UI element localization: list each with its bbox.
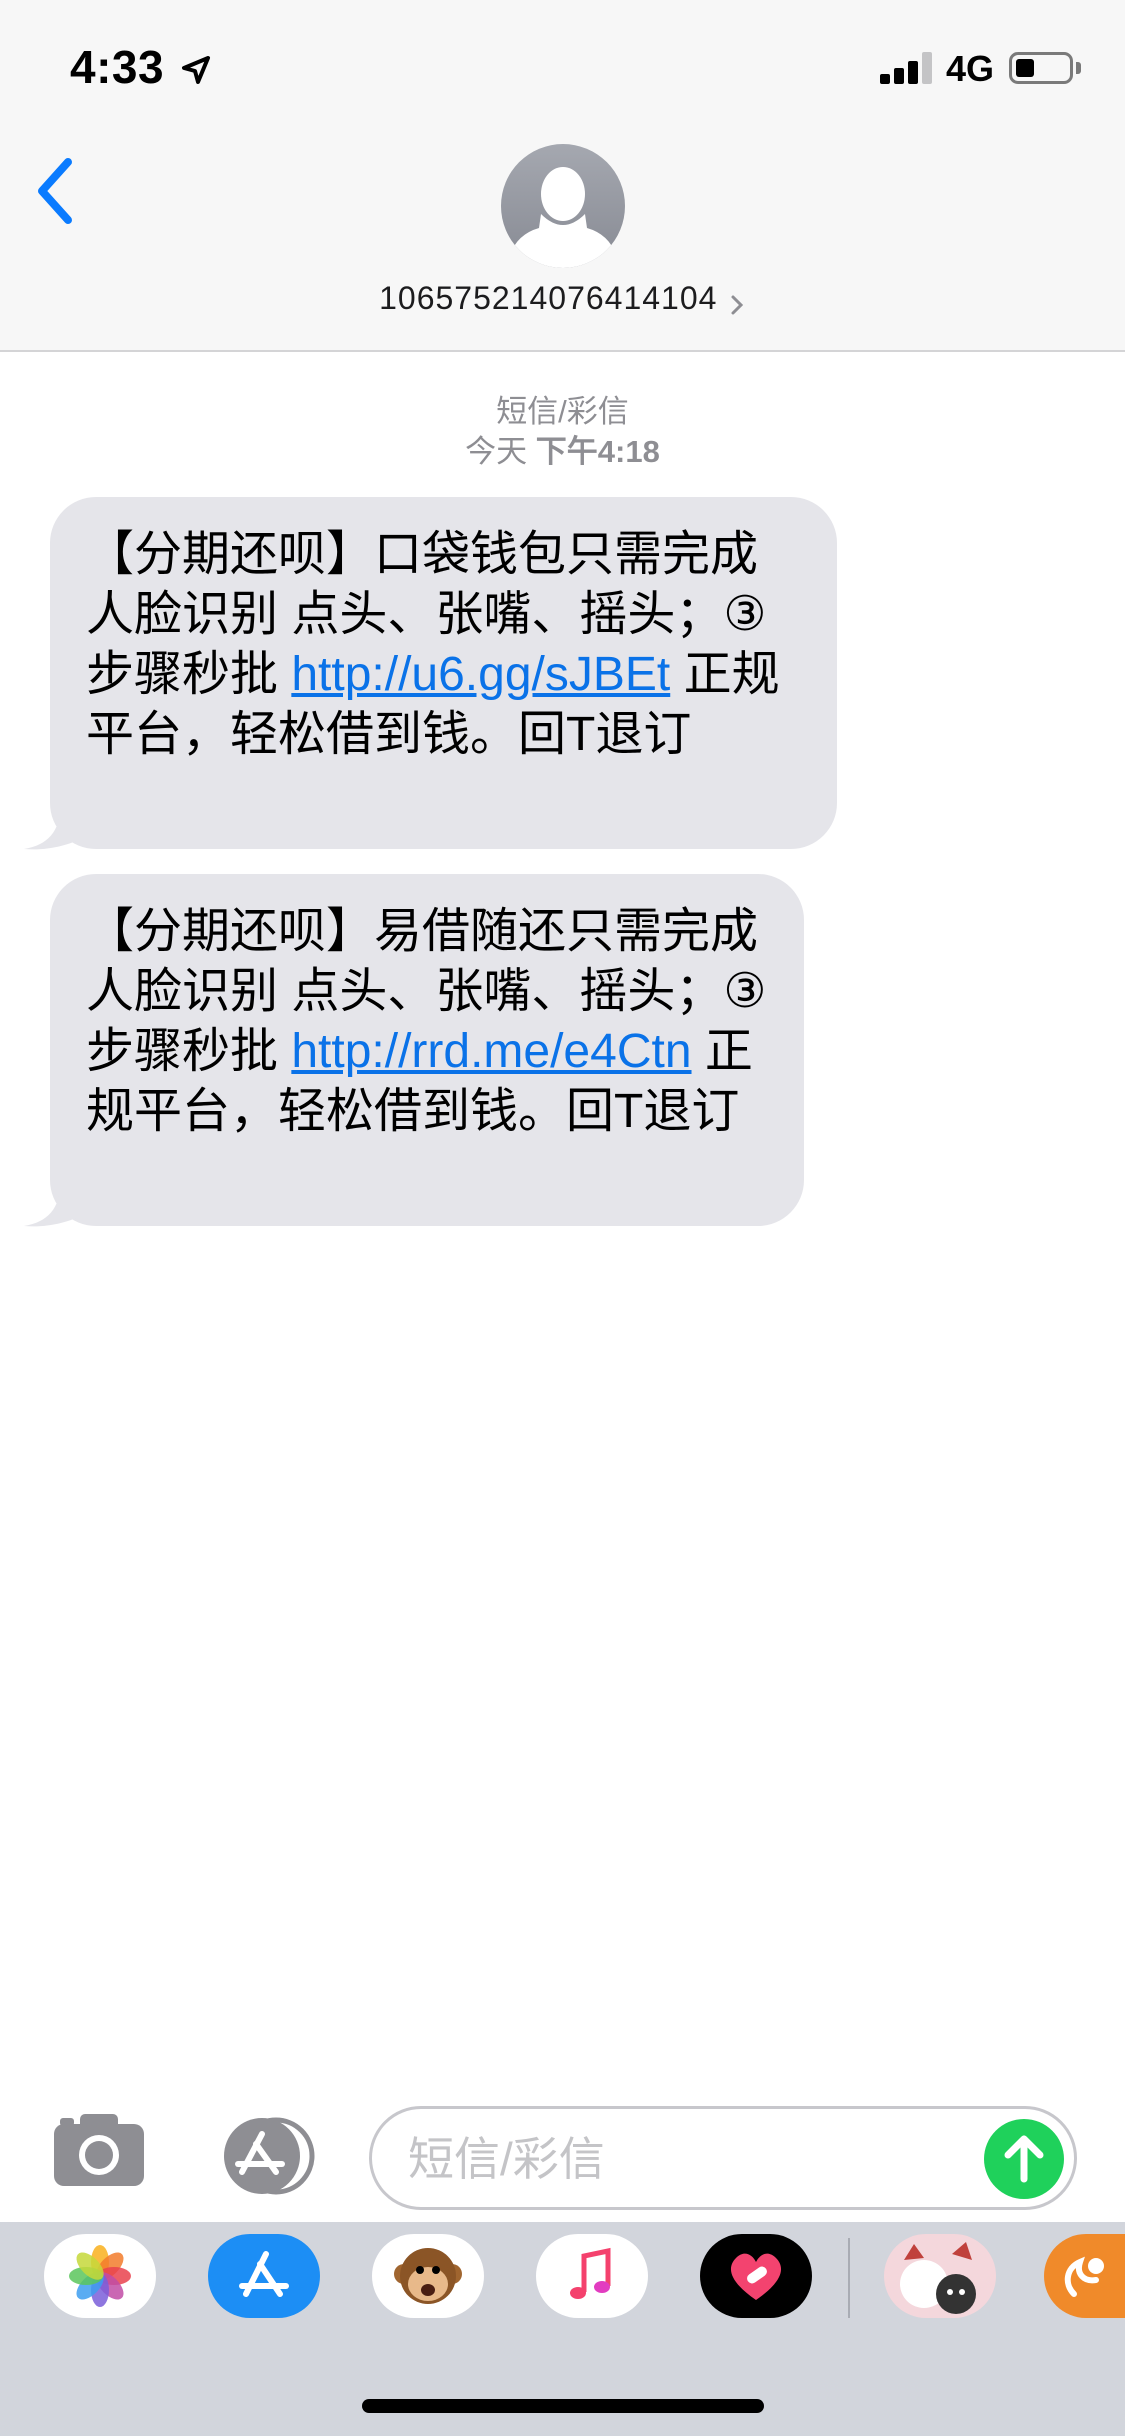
conversation-header: 4:33 4G 106575214076414104: [0, 0, 1125, 352]
music-icon: [570, 2247, 611, 2299]
camera-button[interactable]: [50, 2110, 148, 2190]
battery-tip: [1076, 62, 1081, 74]
send-button[interactable]: [984, 2119, 1064, 2199]
message-text: 【分期还呗】易借随还只需完成人脸识别 点头、张嘴、摇头；③步骤秒批 http:/…: [86, 905, 767, 1138]
date-label: 今天: [465, 434, 528, 469]
contact-number: 106575214076414104: [379, 280, 718, 316]
network-type: 4G: [946, 48, 995, 89]
drawer-divider: [848, 2238, 850, 2318]
message-input[interactable]: [408, 2129, 968, 2189]
contact-avatar[interactable]: [501, 144, 625, 268]
location-arrow-icon: [182, 56, 210, 84]
contact-details-button[interactable]: 106575214076414104: [0, 280, 1125, 318]
chevron-right-icon: [731, 295, 744, 315]
home-indicator[interactable]: [362, 2399, 764, 2413]
app-store-icon: [239, 2251, 289, 2297]
photos-app-button[interactable]: [44, 2234, 156, 2318]
chevron-left-icon: [38, 158, 72, 224]
app-store-button[interactable]: [210, 2116, 316, 2196]
sticker-app-icon: [900, 2242, 976, 2314]
uc-browser-icon: [1064, 2256, 1104, 2297]
incoming-message-bubble[interactable]: 【分期还呗】易借随还只需完成人脸识别 点头、张嘴、摇头；③步骤秒批 http:/…: [24, 874, 804, 1227]
message-text: 【分期还呗】口袋钱包只需完成人脸识别 点头、张嘴、摇头；③步骤秒批 http:/…: [86, 528, 780, 761]
timestamp: 今天 下午4:18: [0, 432, 1125, 472]
incoming-message-bubble[interactable]: 【分期还呗】口袋钱包只需完成人脸识别 点头、张嘴、摇头；③步骤秒批 http:/…: [24, 497, 837, 850]
bubble-tail: [24, 807, 84, 850]
digital-touch-icon: [730, 2253, 782, 2300]
message-link[interactable]: http://rrd.me/e4Ctn: [291, 1025, 691, 1078]
digital-touch-app-button[interactable]: [700, 2234, 812, 2318]
cellular-signal-icon: [880, 52, 934, 84]
uc-browser-app-button[interactable]: [1044, 2234, 1125, 2318]
app-store-app-button[interactable]: [208, 2234, 320, 2318]
animoji-app-button[interactable]: [372, 2234, 484, 2318]
back-button[interactable]: [28, 148, 88, 234]
message-input-field[interactable]: [369, 2106, 1077, 2210]
time-label: 下午4:18: [535, 434, 660, 469]
photos-icon: [69, 2245, 131, 2307]
service-label: 短信/彩信: [496, 394, 629, 429]
arrow-up-icon: [1004, 2135, 1044, 2183]
animoji-monkey-icon: [394, 2248, 462, 2304]
message-metadata: 短信/彩信 今天 下午4:18: [0, 392, 1125, 472]
camera-icon: [54, 2114, 144, 2186]
message-link[interactable]: http://u6.gg/sJBEt: [291, 648, 670, 701]
person-silhouette-icon: [507, 167, 619, 268]
battery-icon: [1009, 52, 1073, 84]
status-time: 4:33: [70, 41, 165, 93]
bubble-tail: [24, 1184, 84, 1227]
sticker-app-button[interactable]: [884, 2234, 996, 2318]
music-app-button[interactable]: [536, 2234, 648, 2318]
